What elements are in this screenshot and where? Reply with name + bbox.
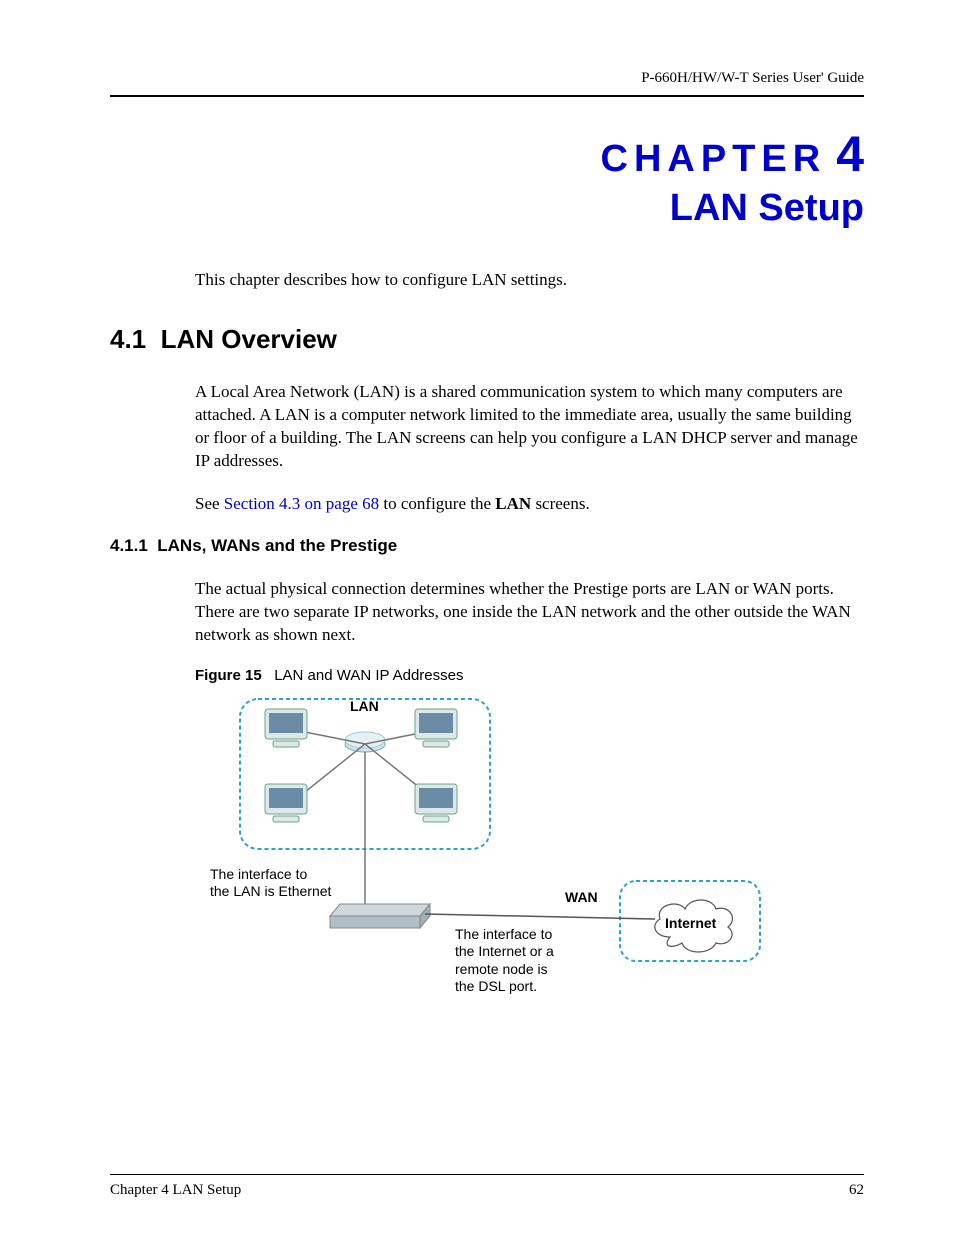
subsection-heading-4-1-1: 4.1.1 LANs, WANs and the Prestige [110, 536, 864, 556]
figure-diagram: LAN WAN Internet The interface to the LA… [210, 694, 770, 1014]
chapter-label: CHAPTER [601, 138, 827, 180]
p2-bold: LAN [495, 494, 531, 513]
figure-title: LAN and WAN IP Addresses [274, 667, 463, 684]
chapter-number: 4 [836, 126, 864, 182]
section-4-1-paragraph-2: See Section 4.3 on page 68 to configure … [195, 493, 864, 516]
diagram-right-text-l1: The interface to [455, 926, 554, 944]
figure-caption: Figure 15 LAN and WAN IP Addresses [195, 667, 864, 684]
section-4-3-link[interactable]: Section 4.3 on page 68 [224, 494, 379, 513]
subsection-title: LANs, WANs and the Prestige [157, 536, 397, 555]
header-rule [110, 95, 864, 97]
diagram-right-text-l3: remote node is [455, 961, 554, 979]
chapter-title: LAN Setup [110, 187, 864, 230]
diagram-right-text-l2: the Internet or a [455, 943, 554, 961]
section-heading-4-1: 4.1 LAN Overview [110, 324, 864, 355]
figure-label: Figure 15 [195, 667, 262, 684]
subsection-4-1-1-paragraph-1: The actual physical connection determine… [195, 578, 864, 647]
footer: Chapter 4 LAN Setup 62 [110, 1182, 864, 1199]
p2-pre: See [195, 494, 224, 513]
diagram-internet-label: Internet [665, 915, 716, 931]
footer-rule [110, 1174, 864, 1175]
diagram-left-text: The interface to the LAN is Ethernet [210, 866, 331, 901]
subsection-number: 4.1.1 [110, 536, 148, 555]
diagram-right-text-l4: the DSL port. [455, 978, 554, 996]
header-guide-title: P-660H/HW/W-T Series User' Guide [110, 70, 864, 87]
diagram-wan-label: WAN [565, 889, 598, 905]
section-title: LAN Overview [161, 324, 337, 354]
diagram-lan-label: LAN [350, 698, 379, 714]
diagram-left-text-l2: the LAN is Ethernet [210, 883, 331, 901]
p2-post: screens. [531, 494, 590, 513]
p2-mid: to configure the [379, 494, 495, 513]
chapter-block: CHAPTER 4 LAN Setup [110, 125, 864, 230]
footer-page-number: 62 [849, 1182, 864, 1199]
diagram-left-text-l1: The interface to [210, 866, 331, 884]
footer-left: Chapter 4 LAN Setup [110, 1182, 241, 1199]
section-4-1-paragraph-1: A Local Area Network (LAN) is a shared c… [195, 381, 864, 473]
chapter-intro: This chapter describes how to configure … [195, 270, 864, 290]
diagram-right-text: The interface to the Internet or a remot… [455, 926, 554, 996]
section-number: 4.1 [110, 324, 146, 354]
